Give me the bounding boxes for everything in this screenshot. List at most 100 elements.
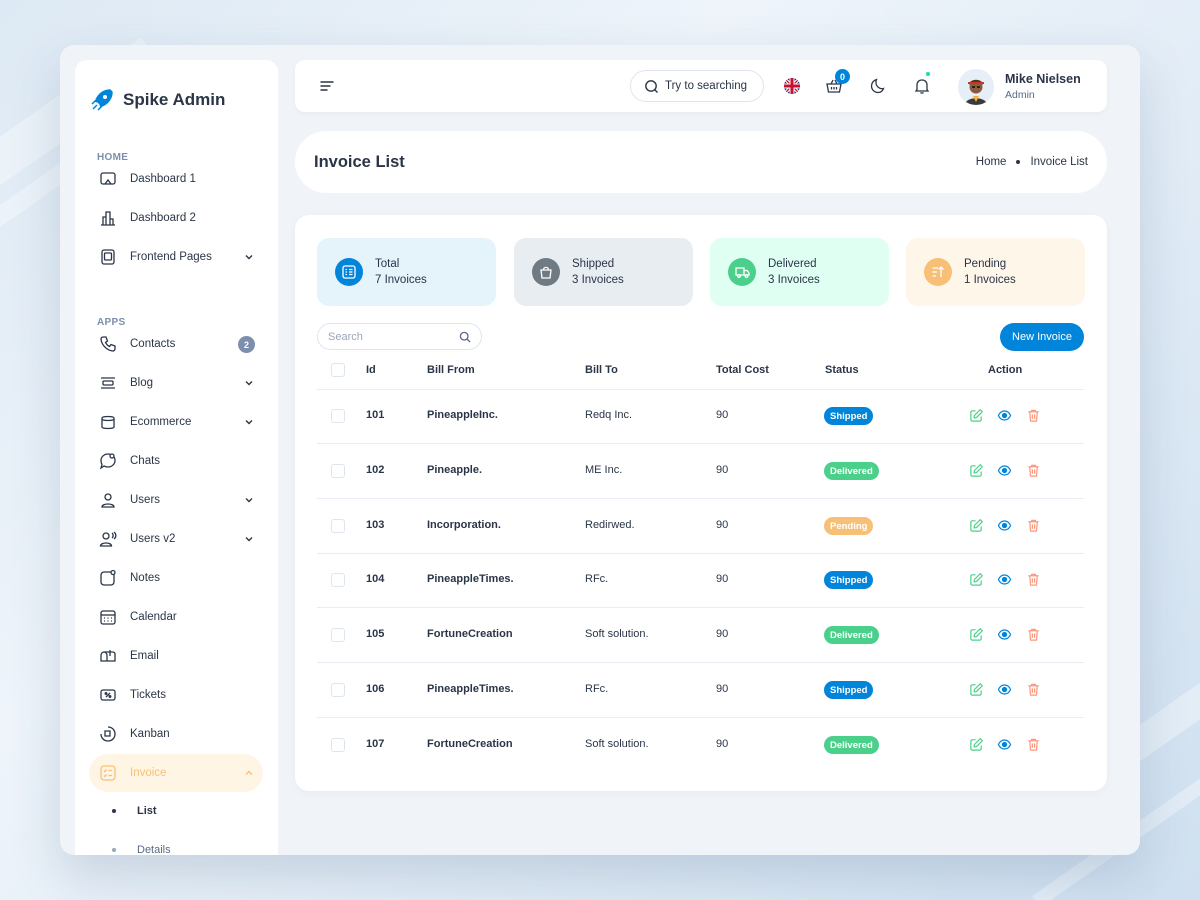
- stat-label: Total: [375, 258, 400, 270]
- row-checkbox[interactable]: [331, 683, 345, 697]
- sidebar-item-users[interactable]: Users: [89, 481, 263, 519]
- delete-icon[interactable]: [1026, 518, 1041, 533]
- row-checkbox[interactable]: [331, 519, 345, 533]
- calendar-icon: [100, 610, 116, 625]
- sidebar-item-email[interactable]: Email: [89, 637, 263, 675]
- bill-to: Redirwed.: [585, 519, 635, 531]
- sidebar-item-label: Users: [130, 494, 161, 506]
- sidebar-subitem-details[interactable]: Details: [112, 844, 171, 855]
- new-invoice-button[interactable]: New Invoice: [1000, 323, 1084, 351]
- edit-icon[interactable]: [969, 463, 984, 478]
- row-divider: [317, 553, 1084, 554]
- chevron-up-icon: [245, 770, 253, 775]
- mailbox-icon: [100, 650, 116, 662]
- sidebar-item-label: Dashboard 2: [130, 212, 196, 224]
- user-role: Admin: [1005, 89, 1035, 101]
- edit-icon[interactable]: [969, 737, 984, 752]
- bell-icon[interactable]: [913, 77, 931, 95]
- row-checkbox[interactable]: [331, 573, 345, 587]
- chevron-down-icon: [245, 537, 253, 542]
- edit-icon[interactable]: [969, 408, 984, 423]
- delete-icon[interactable]: [1026, 463, 1041, 478]
- page-header: Invoice List Home Invoice List: [295, 131, 1107, 193]
- view-icon[interactable]: [997, 737, 1012, 752]
- delete-icon[interactable]: [1026, 682, 1041, 697]
- view-icon[interactable]: [997, 518, 1012, 533]
- view-icon[interactable]: [997, 682, 1012, 697]
- column-header-bill-from[interactable]: Bill From: [427, 364, 475, 376]
- total-cost: 90: [716, 683, 729, 695]
- basket-icon: [101, 415, 115, 430]
- stat-card-total[interactable]: Total 7 Invoices: [317, 238, 496, 306]
- sidebar-item-dashboard-2[interactable]: Dashboard 2: [89, 199, 263, 237]
- sidebar-item-label: Frontend Pages: [130, 251, 212, 263]
- breadcrumb-home[interactable]: Home: [976, 156, 1007, 168]
- stat-count: 3 Invoices: [572, 274, 624, 286]
- row-checkbox[interactable]: [331, 409, 345, 423]
- stat-icon-wrap: [335, 258, 363, 286]
- column-header-bill-to[interactable]: Bill To: [585, 364, 618, 376]
- invoice-id: 103: [366, 519, 385, 531]
- stat-card-delivered[interactable]: Delivered 3 Invoices: [710, 238, 889, 306]
- stat-icon-wrap: [532, 258, 560, 286]
- sidebar-item-label: Chats: [130, 455, 161, 467]
- stat-card-pending[interactable]: Pending 1 Invoices: [906, 238, 1085, 306]
- stat-label: Shipped: [572, 258, 615, 270]
- edit-icon[interactable]: [969, 627, 984, 642]
- user-name[interactable]: Mike Nielsen: [1005, 72, 1081, 86]
- sidebar-item-ecommerce[interactable]: Ecommerce: [89, 403, 263, 441]
- edit-icon[interactable]: [969, 572, 984, 587]
- column-header-id[interactable]: Id: [366, 364, 376, 376]
- breadcrumb-separator: [1016, 160, 1021, 164]
- view-icon[interactable]: [997, 463, 1012, 478]
- total-cost: 90: [716, 573, 729, 585]
- row-checkbox[interactable]: [331, 738, 345, 752]
- sidebar-item-label: Tickets: [130, 689, 166, 701]
- row-divider: [317, 498, 1084, 499]
- bullet-icon: [112, 809, 116, 813]
- column-header-status[interactable]: Status: [825, 364, 859, 376]
- row-checkbox[interactable]: [331, 464, 345, 478]
- view-icon[interactable]: [997, 408, 1012, 423]
- table-search-input[interactable]: Search: [317, 323, 482, 350]
- total-cost: 90: [716, 628, 729, 640]
- sidebar-item-users-v2[interactable]: Users v2: [89, 520, 263, 558]
- bill-from: FortuneCreation: [427, 628, 513, 640]
- stat-label: Pending: [964, 258, 1007, 270]
- notes-icon: [100, 569, 116, 586]
- sidebar-item-kanban[interactable]: Kanban: [89, 715, 263, 753]
- sidebar-item-contacts[interactable]: Contacts 2: [89, 325, 263, 363]
- delete-icon[interactable]: [1026, 408, 1041, 423]
- avatar[interactable]: [958, 69, 994, 105]
- sidebar-item-chats[interactable]: Chats: [89, 442, 263, 480]
- total-cost: 90: [716, 738, 729, 750]
- breadcrumb: Home Invoice List: [976, 156, 1088, 168]
- sidebar-item-blog[interactable]: Blog: [89, 364, 263, 402]
- brand-logo[interactable]: Spike Admin: [89, 87, 225, 113]
- view-icon[interactable]: [997, 627, 1012, 642]
- app-window: Spike Admin HOME Dashboard 1 Dashboard 2…: [60, 45, 1140, 855]
- select-all-checkbox[interactable]: [331, 363, 345, 377]
- sidebar-item-notes[interactable]: Notes: [89, 559, 263, 597]
- delete-icon[interactable]: [1026, 572, 1041, 587]
- uk-flag-icon[interactable]: [783, 77, 801, 95]
- sidebar-subitem-list[interactable]: List: [112, 805, 157, 817]
- delete-icon[interactable]: [1026, 737, 1041, 752]
- global-search[interactable]: Try to searching: [630, 70, 764, 102]
- sidebar-item-frontend-pages[interactable]: Frontend Pages: [89, 238, 263, 276]
- edit-icon[interactable]: [969, 518, 984, 533]
- column-header-total-cost[interactable]: Total Cost: [716, 364, 769, 376]
- stat-card-shipped[interactable]: Shipped 3 Invoices: [514, 238, 693, 306]
- sidebar-item-dashboard-1[interactable]: Dashboard 1: [89, 160, 263, 198]
- sidebar-item-invoice[interactable]: Invoice: [89, 754, 263, 792]
- sidebar-item-tickets[interactable]: Tickets: [89, 676, 263, 714]
- delete-icon[interactable]: [1026, 627, 1041, 642]
- sidebar-item-calendar[interactable]: Calendar: [89, 598, 263, 636]
- moon-icon[interactable]: [869, 77, 887, 95]
- view-icon[interactable]: [997, 572, 1012, 587]
- menu-toggle-icon[interactable]: [319, 79, 335, 93]
- user-avatar-icon: [958, 69, 994, 105]
- sidebar: Spike Admin HOME Dashboard 1 Dashboard 2…: [75, 60, 278, 855]
- row-checkbox[interactable]: [331, 628, 345, 642]
- edit-icon[interactable]: [969, 682, 984, 697]
